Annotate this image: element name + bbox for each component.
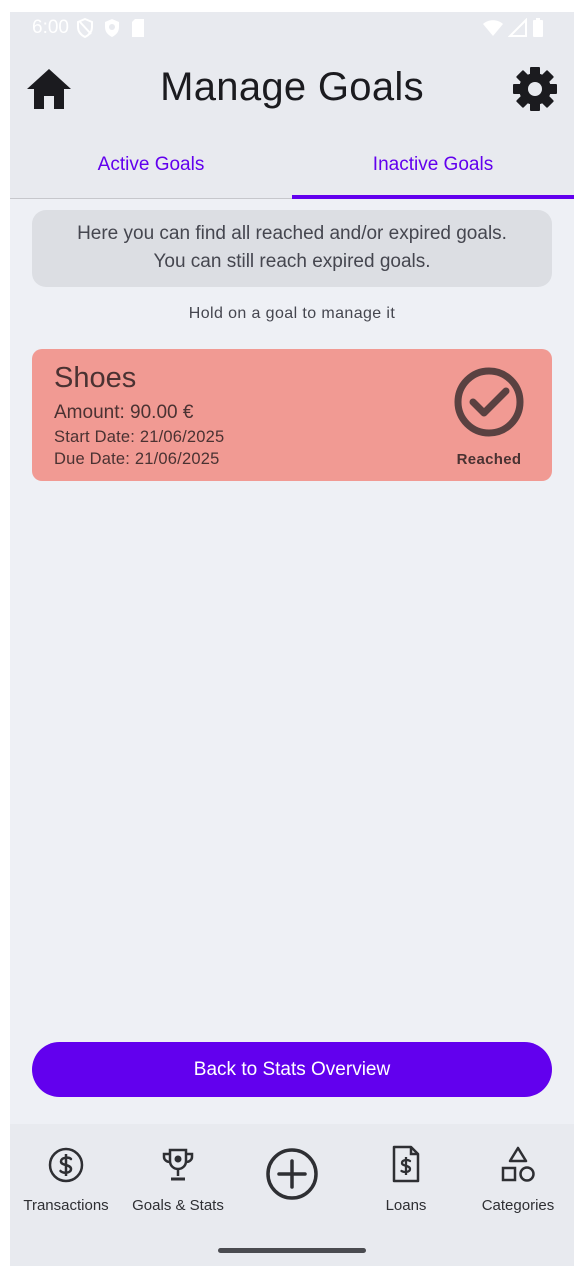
tab-indicator — [292, 195, 574, 199]
goal-status-label: Reached — [456, 451, 522, 468]
page-title: Manage Goals — [160, 65, 424, 109]
trophy-icon — [162, 1148, 194, 1181]
info-text-line-2: You can still reach expired goals. — [153, 251, 431, 272]
nav-label-transactions: Transactions — [23, 1197, 109, 1214]
back-to-stats-button[interactable]: Back to Stats Overview — [32, 1042, 552, 1097]
invoice-dollar-icon — [392, 1145, 420, 1183]
goal-start-date: Start Date: 21/06/2025 — [54, 428, 225, 446]
nav-item-goals-stats[interactable]: Goals & Stats — [122, 1124, 234, 1234]
signal-icon — [507, 17, 528, 43]
sd-card-icon — [130, 18, 146, 43]
gear-icon — [513, 67, 557, 111]
shield-badge-icon — [103, 18, 121, 43]
nav-item-add[interactable] — [236, 1124, 348, 1234]
status-time: 6:00 — [32, 17, 69, 38]
tab-active-goals[interactable]: Active Goals — [10, 132, 292, 198]
goal-due-date: Due Date: 21/06/2025 — [54, 450, 220, 468]
goal-name: Shoes — [54, 362, 137, 394]
goal-card[interactable]: Shoes Amount: 90.00 € Start Date: 21/06/… — [32, 349, 552, 481]
bottom-navigation: Transactions Goals & Stats Loans Categor… — [10, 1124, 574, 1266]
nav-label-goals-stats: Goals & Stats — [132, 1197, 224, 1214]
gesture-home-indicator[interactable] — [218, 1248, 366, 1253]
goal-amount: Amount: 90.00 € — [54, 402, 194, 423]
nav-label-categories: Categories — [481, 1197, 555, 1214]
battery-icon — [532, 18, 544, 43]
nav-item-categories[interactable]: Categories — [462, 1124, 574, 1234]
nav-item-transactions[interactable]: Transactions — [10, 1124, 122, 1234]
info-text-line-1: Here you can find all reached and/or exp… — [77, 223, 507, 244]
tab-inactive-goals[interactable]: Inactive Goals — [292, 132, 574, 198]
nav-item-loans[interactable]: Loans — [350, 1124, 462, 1234]
settings-button[interactable] — [510, 64, 560, 114]
shapes-icon — [501, 1146, 535, 1182]
check-circle-icon — [454, 367, 524, 437]
goals-tabs: Active Goals Inactive Goals — [10, 132, 574, 199]
app-screen: 6:00 Manage Goals Active Goals Inactive … — [10, 12, 574, 1266]
status-right-icons — [482, 17, 544, 43]
app-header: Manage Goals — [10, 46, 574, 132]
vpn-shield-icon — [76, 17, 94, 43]
info-box: Here you can find all reached and/or exp… — [32, 210, 552, 287]
status-bar: 6:00 — [10, 12, 574, 46]
status-left-icons — [76, 17, 146, 43]
wifi-icon — [482, 18, 504, 43]
hold-hint-text: Hold on a goal to manage it — [188, 305, 396, 322]
add-circle-icon — [266, 1148, 318, 1200]
dollar-circle-icon — [48, 1147, 84, 1183]
nav-label-loans: Loans — [385, 1197, 427, 1214]
